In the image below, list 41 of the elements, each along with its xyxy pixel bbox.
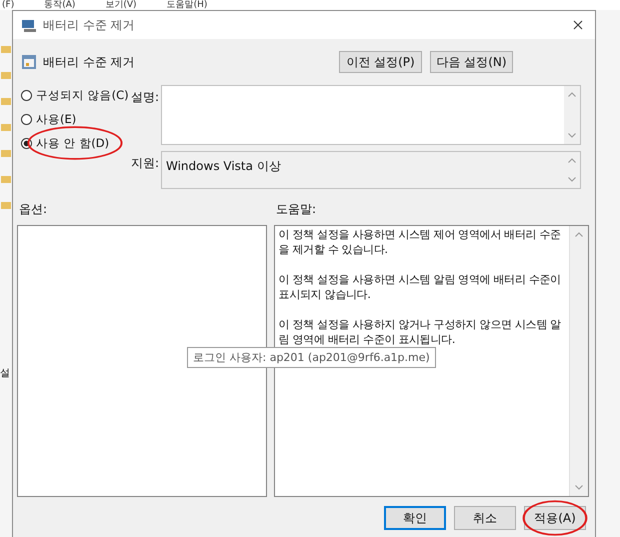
menu-item[interactable]: 동작(A): [44, 0, 76, 10]
radio-label[interactable]: 구성되지 않음(C): [36, 88, 129, 102]
monitor-icon: [21, 17, 37, 33]
policy-icon: [21, 54, 37, 70]
field-label: 설명:: [131, 89, 160, 106]
folder-icon: [1, 96, 11, 106]
folder-icon: [1, 122, 11, 132]
folder-icon: [1, 44, 11, 54]
tree-item[interactable]: 설: [0, 366, 12, 380]
section-label: 도움말:: [276, 201, 318, 218]
tooltip: 로그인 사용자: ap201 (ap201@9rf6.a1p.me): [187, 347, 436, 368]
help-paragraph: 이 정책 설정을 사용하면 시스템 알림 영역에 배터리 수준이 표시되지 않습니다.: [278, 272, 562, 302]
menu-item[interactable]: 도움말(H): [166, 0, 208, 10]
menu-item[interactable]: (F): [2, 0, 14, 10]
scroll-up-icon[interactable]: [568, 92, 576, 97]
field-label: 지원:: [131, 155, 160, 172]
section-label: 옵션:: [19, 201, 48, 218]
folder-icon: [1, 200, 11, 210]
window-title: 배터리 수준 제거: [43, 16, 135, 34]
scroll-down-icon[interactable]: [568, 133, 576, 138]
scroll-down-icon[interactable]: [568, 177, 576, 182]
comment-field[interactable]: [161, 85, 581, 145]
supported-field: Windows Vista 이상: [161, 151, 581, 189]
scroll-up-icon[interactable]: [575, 232, 583, 237]
radio-button[interactable]: [21, 114, 32, 124]
help-paragraph: 이 정책 설정을 사용하지 않거나 구성하지 않으면 시스템 알림 영역에 배터리 수준이 표시됩니다.: [278, 317, 562, 347]
scroll-down-icon[interactable]: [575, 485, 583, 490]
folder-icon: [1, 174, 11, 184]
dialog-button[interactable]: 취소: [454, 506, 516, 530]
dialog-button[interactable]: 확인: [384, 506, 446, 530]
folder-icon: [1, 148, 11, 158]
policy-title: 배터리 수준 제거: [43, 54, 135, 70]
radio-button[interactable]: [21, 90, 32, 100]
radio-label[interactable]: 사용(E): [36, 112, 76, 126]
folder-icon: [1, 70, 11, 80]
dialog-button[interactable]: 적용(A): [524, 506, 586, 530]
help-paragraph: 이 정책 설정을 사용하면 시스템 제어 영역에서 배터리 수준을 제거할 수 있습니다.: [278, 227, 562, 257]
scroll-up-icon[interactable]: [568, 158, 576, 163]
menu-item[interactable]: 보기(V): [105, 0, 137, 10]
nav-button[interactable]: 이전 설정(P): [339, 51, 422, 73]
nav-button[interactable]: 다음 설정(N): [430, 51, 513, 73]
